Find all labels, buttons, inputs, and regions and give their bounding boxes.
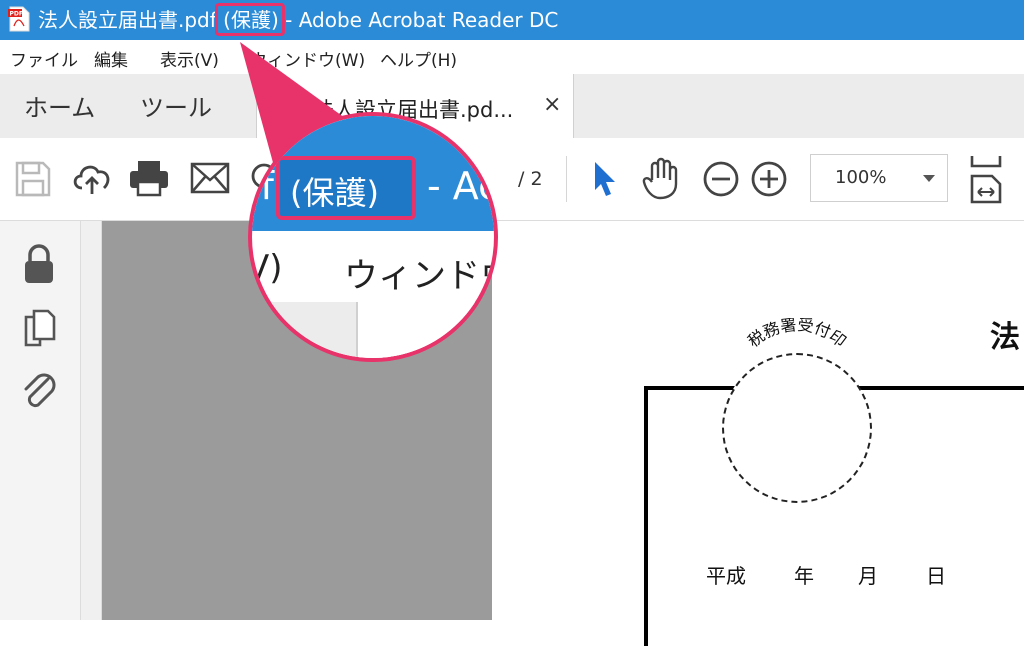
tab-tools[interactable]: ツール (140, 88, 212, 123)
protected-mode-highlight (215, 3, 285, 36)
svg-text:税務署受付印: 税務署受付印 (744, 318, 850, 351)
magnified-protected-highlight: (保護) (276, 156, 416, 220)
save-icon[interactable] (14, 160, 52, 198)
attachment-icon[interactable] (20, 371, 60, 415)
pdf-file-icon: PDF (8, 6, 30, 32)
menu-window[interactable]: ウィンドウ(W) (250, 46, 365, 71)
panel-gutter (81, 221, 102, 620)
date-day: 日 (926, 564, 946, 588)
mail-icon[interactable] (190, 162, 230, 194)
date-year: 年 (794, 564, 814, 588)
page-total: / 2 (518, 168, 543, 190)
menu-view[interactable]: 表示(V) (160, 46, 219, 71)
magnified-protected-mode: (保護) (290, 174, 379, 212)
magnified-document-tab (356, 302, 494, 358)
tab-bar: ホーム ツール 法人設立届出書.pd... × (0, 74, 1024, 139)
close-tab-icon[interactable]: × (543, 92, 561, 117)
select-pointer-icon[interactable] (592, 160, 618, 198)
magnified-title-right: - Ac (427, 164, 498, 208)
menu-help[interactable]: ヘルプ(H) (380, 46, 457, 71)
magnified-title-left: lf (250, 164, 274, 208)
toolbar-divider (566, 156, 567, 202)
pages-icon[interactable] (22, 309, 58, 351)
tab-home[interactable]: ホーム (24, 88, 95, 123)
window-title: 法人設立届出書.pdf (保護) - Adobe Acrobat Reader … (38, 6, 558, 34)
menu-file[interactable]: ファイル (10, 46, 78, 71)
zoom-select[interactable]: 100% (810, 154, 948, 202)
date-era: 平成 (706, 564, 746, 588)
chevron-down-icon (923, 175, 935, 182)
hand-icon[interactable] (640, 156, 684, 200)
stamp-label-arc: 税務署受付印 (744, 318, 850, 351)
magnified-menu-window: ウィンドウ (344, 256, 498, 296)
magnified-tab-bar (252, 302, 494, 358)
menu-bar: ファイル 編集 表示(V) ウィンドウ(W) ヘルプ(H) (0, 40, 1024, 74)
title-filename: 法人設立届出書.pdf (38, 8, 217, 32)
document-title: 法 (990, 320, 1020, 355)
toolbar: / 2 100% (0, 138, 1024, 221)
menu-edit[interactable]: 編集 (94, 46, 128, 71)
fit-page-icon[interactable] (968, 154, 1004, 204)
lock-icon[interactable] (22, 243, 56, 285)
zoom-out-icon[interactable] (702, 160, 740, 198)
cloud-upload-icon[interactable] (70, 158, 114, 198)
print-icon[interactable] (128, 158, 170, 198)
left-navigation-rail (0, 221, 81, 620)
title-app-name: - Adobe Acrobat Reader DC (285, 8, 559, 32)
stamp-label: 税務署受付印 (744, 318, 850, 351)
svg-text:PDF: PDF (10, 11, 23, 18)
date-month: 月 (858, 564, 878, 588)
title-bar: PDF 法人設立届出書.pdf (保護) - Adobe Acrobat Rea… (0, 0, 1024, 40)
magnifier-callout: lf (保護) - Ac V) ウィンドウ (248, 112, 498, 362)
magnified-menu-view: V) (248, 248, 283, 288)
zoom-in-icon[interactable] (750, 160, 788, 198)
zoom-value: 100% (835, 167, 887, 188)
